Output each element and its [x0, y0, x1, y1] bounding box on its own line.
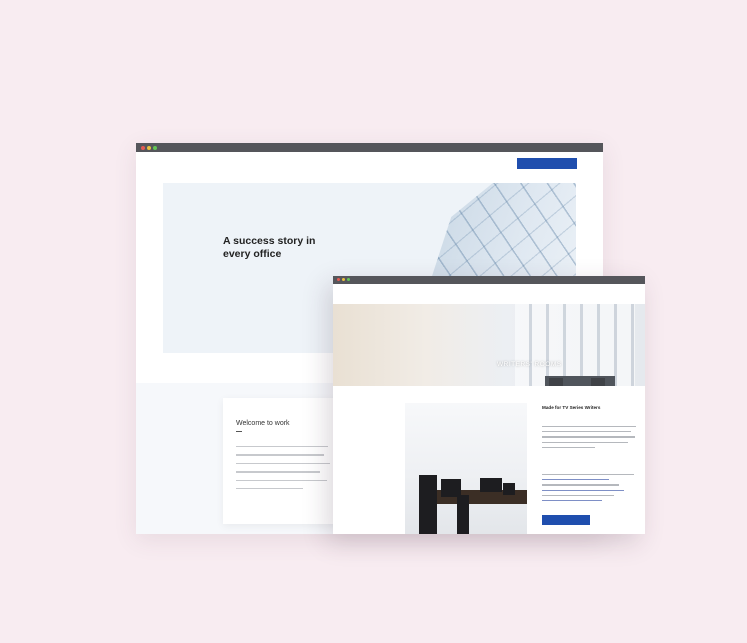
- chair-shape: [419, 475, 437, 534]
- minimize-dot-icon[interactable]: [342, 278, 345, 281]
- minimize-dot-icon[interactable]: [147, 146, 151, 150]
- maximize-dot-icon[interactable]: [347, 278, 350, 281]
- writers-room-hero: WRITERS' ROOMS: [333, 304, 645, 386]
- title-underline: [236, 431, 242, 432]
- front-browser-window: WRITERS' ROOMS Made for TV Series Writer…: [333, 276, 645, 534]
- cta-button[interactable]: [542, 515, 590, 525]
- chair-image: [591, 378, 605, 386]
- chair-image: [549, 378, 563, 386]
- browser-titlebar: [333, 276, 645, 284]
- maximize-dot-icon[interactable]: [153, 146, 157, 150]
- hero-title: WRITERS' ROOMS: [497, 361, 562, 368]
- close-dot-icon[interactable]: [141, 146, 145, 150]
- section-title: Made for TV Series Writers: [542, 405, 601, 410]
- site-nav: [136, 152, 603, 179]
- window-blinds-image: [515, 304, 635, 386]
- feature-list: [542, 474, 638, 505]
- chair-shape: [503, 483, 515, 495]
- chair-shape: [457, 495, 469, 534]
- section-body-text: [542, 426, 638, 452]
- welcome-card: Welcome to work: [223, 398, 343, 524]
- close-dot-icon[interactable]: [337, 278, 340, 281]
- site-nav: [333, 284, 645, 304]
- chair-shape: [480, 478, 502, 492]
- hero-title: A success story in every office: [223, 235, 316, 260]
- welcome-title: Welcome to work: [236, 420, 290, 427]
- browser-titlebar: [136, 143, 603, 152]
- nav-cta-button[interactable]: [517, 158, 577, 169]
- meeting-room-photo: [405, 403, 527, 534]
- welcome-body-text: [236, 446, 332, 496]
